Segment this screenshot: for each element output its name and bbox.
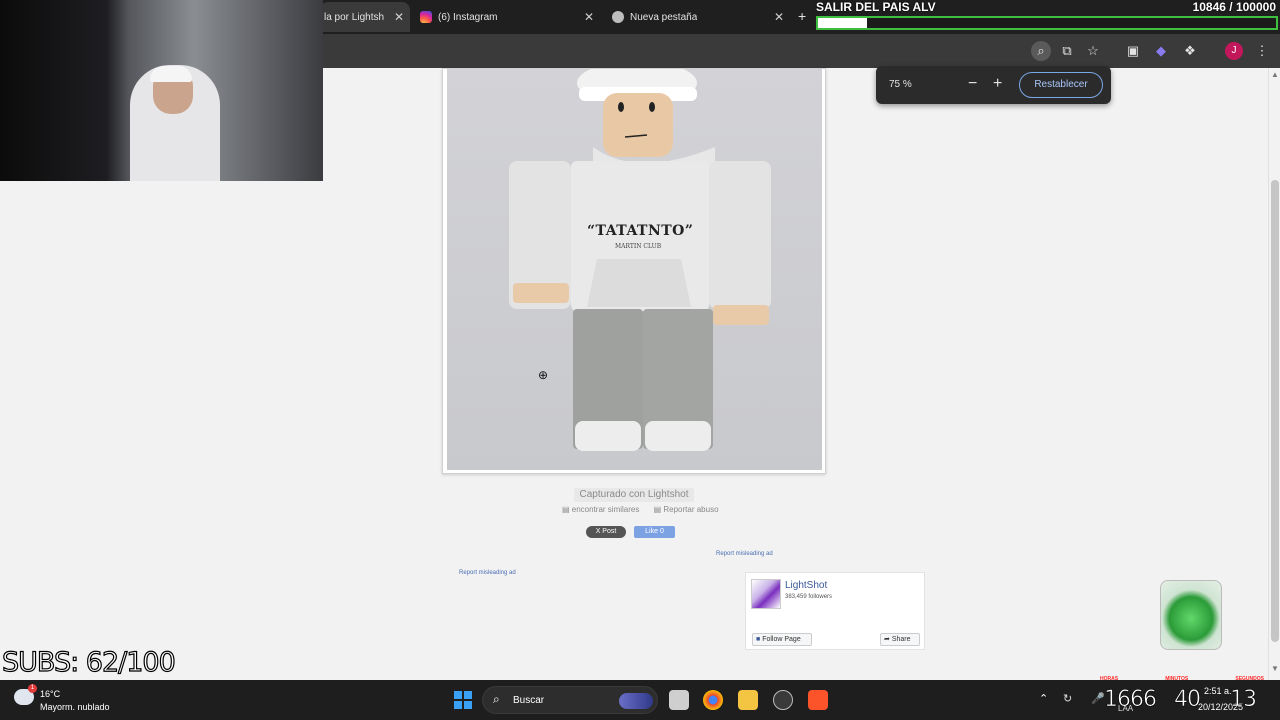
timer-seconds-value: 13 (1230, 687, 1258, 713)
language-indicator[interactable]: LAA (1118, 704, 1133, 713)
magnifier-cursor-icon: ⊕ (538, 368, 549, 382)
instagram-icon (420, 11, 432, 23)
app-taskbar-icon[interactable] (773, 690, 793, 710)
report-misleading-ad-link[interactable]: Report misleading ad (716, 551, 773, 557)
extension-icon[interactable]: ▣ (1123, 41, 1143, 61)
facebook-like-button[interactable]: Like 0 (634, 526, 675, 538)
scroll-up-icon[interactable]: ▲ (1271, 70, 1279, 79)
tab-instagram[interactable]: (6) Instagram ✕ (414, 2, 600, 32)
lightshot-logo[interactable] (751, 579, 781, 609)
close-icon[interactable]: ✕ (774, 10, 784, 24)
zoom-in-button[interactable]: + (993, 75, 1002, 93)
recycle-bin-icon[interactable] (1160, 580, 1222, 650)
tab-label: la por Lightsh (324, 11, 385, 23)
tab-label: Nueva pestaña (630, 11, 698, 23)
windows-start-button[interactable] (454, 691, 472, 709)
subs-counter: SUBS: 62/100 (1, 646, 176, 678)
weather-description[interactable]: Mayorm. nublado (40, 702, 110, 712)
search-highlight-image (619, 693, 653, 709)
taskbar-search[interactable]: ⌕ Buscar (482, 686, 658, 714)
new-tab-button[interactable]: + (798, 8, 806, 24)
roblox-avatar-image (509, 69, 771, 451)
tab-lightshot[interactable]: la por Lightsh ✕ (320, 2, 410, 32)
fb-followers-count: 383,459 followers (785, 594, 833, 600)
windows-taskbar: 1 16°C Mayorm. nublado ⌕ Buscar ⌃ ↻ 🎤 16… (0, 680, 1280, 720)
tab-new-tab[interactable]: Nueva pestaña ✕ (606, 2, 790, 32)
fb-page-name[interactable]: LightShot (785, 580, 827, 591)
goal-progress-fill (818, 18, 868, 28)
action-links: ▤ encontrar similares ▤ Reportar abuso (562, 505, 731, 514)
microphone-icon[interactable]: 🎤 (1091, 692, 1105, 705)
zoom-popup: 75 % − + Restablecer (876, 66, 1111, 104)
weather-temperature[interactable]: 16°C (40, 689, 60, 699)
follow-page-button[interactable]: ■ Follow Page (752, 633, 812, 646)
find-similar-link[interactable]: ▤ encontrar similares (562, 505, 645, 514)
brave-icon[interactable] (808, 690, 828, 710)
ai-extension-icon[interactable]: ◆ (1151, 41, 1171, 61)
screenshot-image[interactable]: “TATATNTO” MARTIN CLUB (447, 69, 822, 470)
zoom-level: 75 % (889, 79, 912, 90)
file-explorer-icon[interactable] (738, 690, 758, 710)
chrome-taskbar-icon[interactable] (703, 690, 723, 710)
scroll-thumb[interactable] (1271, 180, 1279, 642)
facebook-page-widget: LightShot 383,459 followers ■ Follow Pag… (745, 572, 925, 650)
x-post-button[interactable]: X Post (586, 526, 626, 538)
menu-kebab-icon[interactable]: ⋮ (1252, 41, 1272, 61)
close-icon[interactable]: ✕ (584, 10, 594, 24)
profile-avatar[interactable]: J (1225, 42, 1243, 60)
chrome-icon (612, 11, 624, 23)
clock-time[interactable]: 2:51 a. (1204, 686, 1232, 696)
facebook-icon: ■ (756, 636, 761, 643)
search-icon: ⌕ (493, 692, 500, 706)
hoodie-print-text: “TATATNTO” (587, 223, 694, 239)
report-misleading-ad-link[interactable]: Report misleading ad (459, 570, 516, 576)
zoom-icon[interactable]: ⌕ (1031, 41, 1051, 61)
goal-progress-bar (816, 16, 1278, 30)
task-view-icon[interactable] (669, 690, 689, 710)
timer-minutes-value: 40 (1174, 687, 1202, 713)
goal-count: 10846 / 100000 (1192, 0, 1276, 14)
zoom-out-button[interactable]: − (968, 75, 977, 93)
page-scrollbar[interactable]: ▲ ▼ (1268, 68, 1280, 680)
scroll-down-icon[interactable]: ▼ (1271, 664, 1279, 673)
lightshot-caption[interactable]: Capturado con Lightshot (574, 488, 694, 502)
install-app-icon[interactable]: ⧉ (1057, 41, 1077, 61)
extensions-puzzle-icon[interactable]: ❖ (1180, 41, 1200, 61)
report-abuse-link[interactable]: ▤ Reportar abuso (654, 505, 725, 514)
zoom-reset-button[interactable]: Restablecer (1019, 72, 1103, 98)
search-label: Buscar (513, 695, 545, 706)
stream-goal-overlay: SALIR DEL PAIS ALV 10846 / 100000 (814, 0, 1280, 32)
screenshot-frame: “TATATNTO” MARTIN CLUB (442, 68, 826, 474)
streamer-cap (150, 66, 192, 82)
weather-badge: 1 (28, 684, 37, 693)
webcam-overlay (0, 0, 323, 181)
close-icon[interactable]: ✕ (394, 10, 404, 24)
hoodie-print-subtext: MARTIN CLUB (615, 243, 662, 250)
goal-title: SALIR DEL PAIS ALV (816, 0, 936, 14)
chevron-up-icon[interactable]: ⌃ (1039, 692, 1048, 705)
bookmark-star-icon[interactable]: ☆ (1083, 41, 1103, 61)
tab-label: (6) Instagram (438, 11, 498, 23)
sync-icon[interactable]: ↻ (1063, 692, 1072, 705)
share-icon: ➦ (884, 636, 890, 643)
share-button[interactable]: ➦ Share (880, 633, 920, 646)
